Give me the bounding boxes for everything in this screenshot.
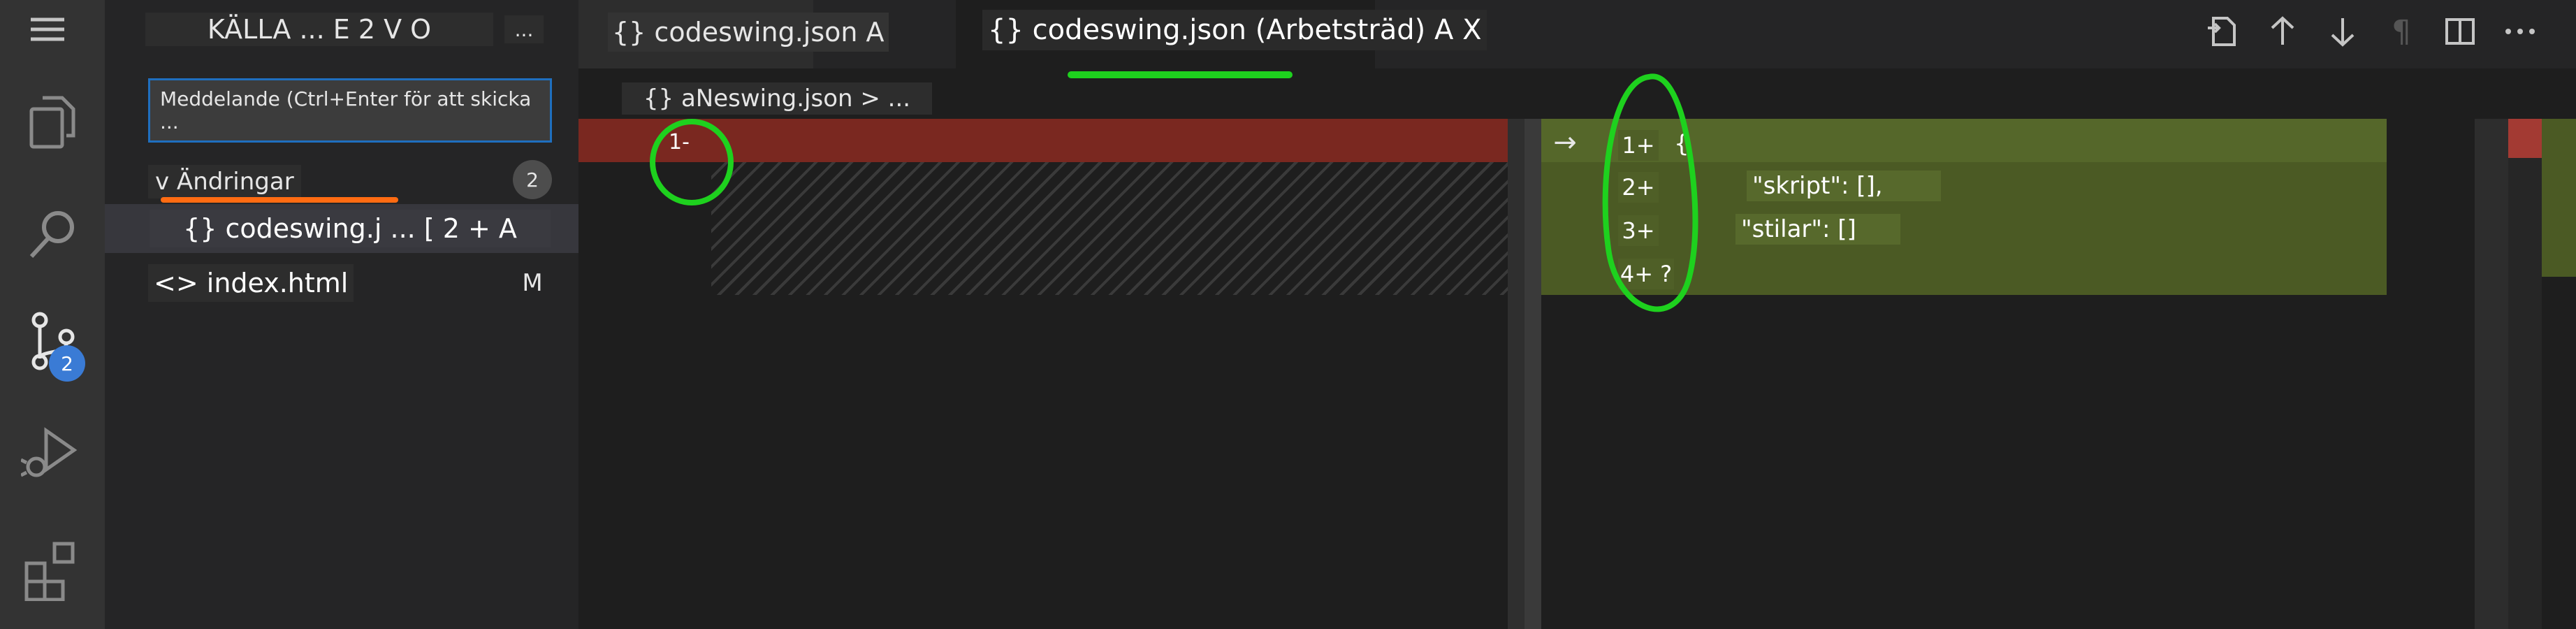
more-actions-button[interactable]: ... xyxy=(504,15,544,43)
next-change-icon[interactable] xyxy=(2321,10,2364,53)
annotation-circle xyxy=(650,119,734,205)
scm-count-badge: 2 xyxy=(49,345,85,382)
scrollbar[interactable] xyxy=(1508,119,1525,629)
changes-section-header[interactable]: v Ändringar xyxy=(148,165,301,198)
explorer-icon[interactable] xyxy=(14,82,91,159)
split-editor-icon[interactable] xyxy=(2438,10,2482,53)
breadcrumb[interactable]: {} aNeswing.json > ... xyxy=(622,82,932,115)
sidebar-title: KÄLLA ... E 2 V O xyxy=(145,13,493,46)
menu-icon[interactable] xyxy=(27,15,68,43)
changes-count-badge: 2 xyxy=(513,160,552,199)
extensions-icon[interactable] xyxy=(14,531,91,608)
scrollbar[interactable] xyxy=(2475,119,2508,629)
overview-added-marker xyxy=(2542,119,2576,277)
file-status-badge: M xyxy=(522,269,543,297)
overview-ruler xyxy=(2508,119,2542,629)
changed-file-label[interactable]: {} codeswing.j ... [ 2 + A xyxy=(150,210,551,247)
more-actions-icon[interactable] xyxy=(2498,10,2542,53)
run-debug-icon[interactable] xyxy=(14,414,91,491)
previous-change-icon[interactable] xyxy=(2261,10,2304,53)
source-control-sidebar: KÄLLA ... E 2 V O ... Meddelande (Ctrl+E… xyxy=(105,0,578,629)
whitespace-icon[interactable]: ¶ xyxy=(2380,10,2423,53)
tab-label[interactable]: {} codeswing.json (Arbetsträd) A X xyxy=(982,10,1487,50)
search-icon[interactable] xyxy=(14,196,91,273)
tab-bar: {} codeswing.json A {} codeswing.json (A… xyxy=(578,0,2576,68)
commit-message-input[interactable]: Meddelande (Ctrl+Enter för att skicka ..… xyxy=(148,78,552,143)
pane-sash[interactable] xyxy=(1525,119,1541,629)
annotation-circle xyxy=(1602,73,1698,312)
overview-deleted-marker xyxy=(2508,119,2542,158)
annotation-underline xyxy=(161,197,398,203)
revert-arrow-icon[interactable]: → xyxy=(1547,124,1583,161)
annotation-underline xyxy=(1068,71,1293,78)
changed-file-label[interactable]: <> index.html xyxy=(148,264,354,302)
open-file-icon[interactable] xyxy=(2202,10,2246,53)
diff-editor: {} codeswing.json A {} codeswing.json (A… xyxy=(578,0,2576,629)
code-line[interactable]: "stilar": [] xyxy=(1735,214,1900,245)
activity-bar: 2 xyxy=(0,0,105,629)
tab-label[interactable]: {} codeswing.json A xyxy=(608,13,889,52)
empty-diff-region xyxy=(711,162,1508,295)
code-line[interactable]: "skript": [], xyxy=(1747,171,1941,201)
